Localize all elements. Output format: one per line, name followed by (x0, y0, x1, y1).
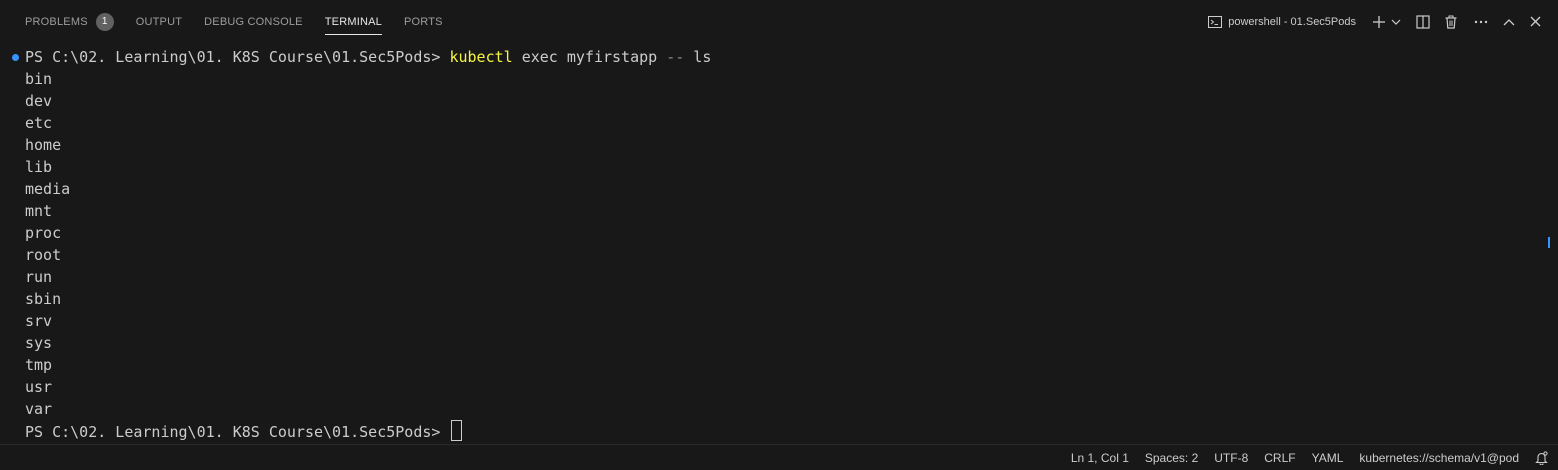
status-cursor-position[interactable]: Ln 1, Col 1 (1071, 451, 1129, 465)
tab-output-label: OUTPUT (135, 15, 183, 28)
final-prompt: PS C:\02. Learning\01. K8S Course\01.Sec… (25, 423, 441, 441)
output-line: proc (25, 224, 62, 242)
command-program: kubectl (449, 48, 513, 66)
output-line: var (25, 400, 53, 418)
more-icon[interactable] (1470, 11, 1492, 33)
output-line: root (25, 246, 62, 264)
command-args: exec myfirstapp (521, 48, 658, 66)
command-decoration-dot[interactable] (12, 54, 19, 61)
panel-tabs: PROBLEMS 1 OUTPUT DEBUG CONSOLE TERMINAL… (14, 0, 454, 43)
output-line: media (25, 180, 71, 198)
command-flag: -- (666, 48, 685, 66)
scrollbar-marker[interactable] (1548, 237, 1550, 248)
command-rest: ls (693, 48, 712, 66)
tab-ports-label: PORTS (403, 15, 443, 28)
plus-icon[interactable] (1368, 11, 1390, 33)
terminal-name: powershell - 01.Sec5Pods (1228, 15, 1356, 28)
split-icon[interactable] (1412, 11, 1434, 33)
terminal-cursor (451, 420, 463, 441)
panel-header: PROBLEMS 1 OUTPUT DEBUG CONSOLE TERMINAL… (0, 0, 1558, 43)
close-icon[interactable] (1524, 11, 1546, 33)
output-line: mnt (25, 202, 53, 220)
output-line: sys (25, 334, 53, 352)
maximize-icon[interactable] (1498, 11, 1520, 33)
chevron-down-icon[interactable] (1390, 11, 1402, 33)
tab-debug-console[interactable]: DEBUG CONSOLE (204, 0, 303, 43)
tab-output[interactable]: OUTPUT (136, 0, 182, 43)
tab-problems-label: PROBLEMS (25, 15, 88, 28)
output-line: usr (25, 378, 53, 396)
terminal-output[interactable]: PS C:\02. Learning\01. K8S Course\01.Sec… (0, 45, 1558, 443)
output-line: tmp (25, 356, 53, 374)
output-line: run (25, 268, 53, 286)
tab-ports[interactable]: PORTS (404, 0, 443, 43)
output-line: srv (25, 312, 53, 330)
tab-debug-console-label: DEBUG CONSOLE (204, 15, 303, 28)
problems-count-badge: 1 (95, 12, 114, 31)
status-indentation[interactable]: Spaces: 2 (1145, 451, 1198, 465)
output-line: etc (25, 114, 53, 132)
output-line: bin (25, 70, 53, 88)
output-line: lib (25, 158, 53, 176)
prompt: PS C:\02. Learning\01. K8S Course\01.Sec… (25, 48, 441, 66)
output-line: sbin (25, 290, 62, 308)
status-language[interactable]: YAML (1312, 451, 1344, 465)
tab-problems[interactable]: PROBLEMS 1 (25, 0, 114, 43)
terminal-icon (1208, 15, 1223, 29)
status-bar-right: Ln 1, Col 1 Spaces: 2 UTF-8 CRLF YAML ku… (1055, 445, 1548, 470)
command-line: PS C:\02. Learning\01. K8S Course\01.Sec… (25, 46, 711, 68)
bell-icon[interactable] (1535, 450, 1548, 465)
output-line: home (25, 136, 62, 154)
status-bar: Ln 1, Col 1 Spaces: 2 UTF-8 CRLF YAML ku… (0, 444, 1558, 470)
status-encoding[interactable]: UTF-8 (1214, 451, 1248, 465)
panel-actions: powershell - 01.Sec5Pods (1208, 0, 1546, 43)
terminal-selector[interactable]: powershell - 01.Sec5Pods (1208, 15, 1356, 29)
output-line: dev (25, 92, 53, 110)
status-eol[interactable]: CRLF (1264, 451, 1295, 465)
active-prompt-line[interactable]: PS C:\02. Learning\01. K8S Course\01.Sec… (25, 420, 463, 443)
status-schema[interactable]: kubernetes://schema/v1@pod (1359, 451, 1519, 465)
trash-icon[interactable] (1440, 11, 1462, 33)
tab-terminal-label: TERMINAL (324, 15, 382, 28)
tab-terminal[interactable]: TERMINAL (324, 0, 383, 43)
